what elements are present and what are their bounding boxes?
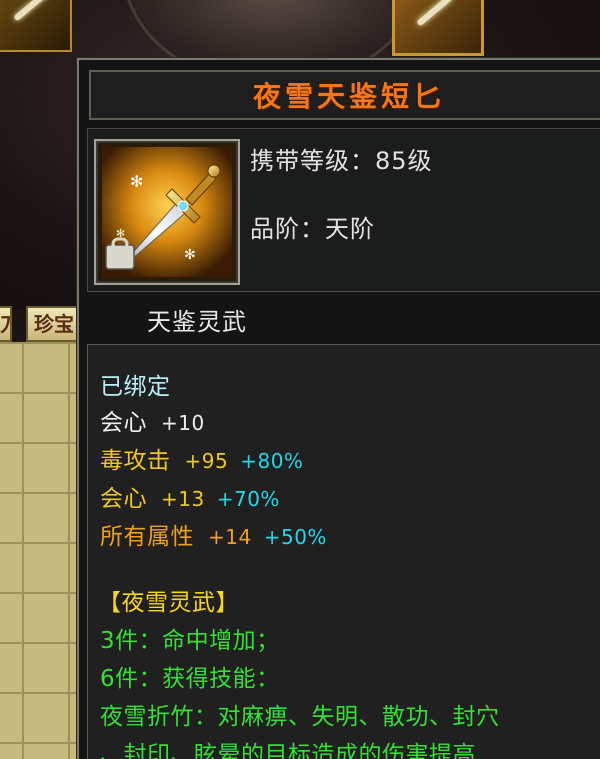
- equipment-slot-right[interactable]: [392, 0, 484, 56]
- carry-level: 携带等级：85级: [250, 147, 433, 175]
- stat-percent: +50%: [263, 525, 327, 549]
- item-category: 天鉴灵武: [147, 308, 247, 336]
- stat-percent: +70%: [216, 487, 280, 511]
- item-grade: 品阶：天阶: [250, 215, 375, 243]
- golden-dagger-icon: ✻ ✻ ✻: [102, 147, 232, 277]
- stat-value: +14: [208, 525, 252, 549]
- inventory-tab-left[interactable]: 刀: [0, 306, 12, 342]
- svg-text:✻: ✻: [184, 247, 196, 263]
- stat-row: 会心 +10: [100, 403, 205, 437]
- item-tooltip: 夜雪天鉴短匕 ✻ ✻ ✻ 携带等级：85级 品阶：天阶 天鉴灵武 已绑定 会心 …: [77, 58, 600, 759]
- stat-name: 会心: [100, 410, 147, 436]
- stat-value: +10: [161, 411, 205, 435]
- set-bonus-line: 3件：命中增加；: [100, 628, 280, 654]
- attribute-panel: 已绑定 会心 +10 毒攻击 +95 +80% 会心 +13 +70% 所有属性 +14 +5…: [87, 344, 600, 759]
- bound-status: 已绑定: [100, 374, 171, 400]
- stat-row: 会心 +13 +70%: [100, 479, 280, 513]
- item-header-panel: ✻ ✻ ✻ 携带等级：85级 品阶：天阶: [87, 128, 600, 292]
- set-bonus-line: 夜雪折竹：对麻痹、失明、散功、封穴: [100, 704, 500, 730]
- stat-name: 所有属性: [100, 524, 194, 550]
- stat-value: +95: [184, 449, 229, 473]
- item-name: 夜雪天鉴短匕: [252, 80, 445, 113]
- stat-row: 所有属性 +14 +50%: [100, 517, 327, 551]
- stat-name: 会心: [100, 486, 147, 512]
- item-icon-frame: ✻ ✻ ✻: [94, 139, 240, 285]
- set-name: 【夜雪灵武】: [98, 590, 239, 616]
- item-category-bar: 天鉴灵武: [87, 294, 600, 340]
- set-bonus-line: 、封印、眩晕的目标造成的伤害提高: [100, 742, 476, 759]
- stat-row: 毒攻击 +95 +80%: [100, 441, 303, 475]
- stat-percent: +80%: [240, 449, 304, 473]
- equipment-slot-left[interactable]: [0, 0, 72, 52]
- set-bonus-line: 6件：获得技能：: [100, 666, 280, 692]
- svg-text:✻: ✻: [130, 172, 143, 191]
- tooltip-title-bar: 夜雪天鉴短匕: [89, 70, 600, 120]
- stat-value: +13: [161, 487, 205, 511]
- stat-name: 毒攻击: [100, 448, 171, 474]
- game-scene: 刀 珍宝 夜雪天鉴短匕: [0, 0, 600, 759]
